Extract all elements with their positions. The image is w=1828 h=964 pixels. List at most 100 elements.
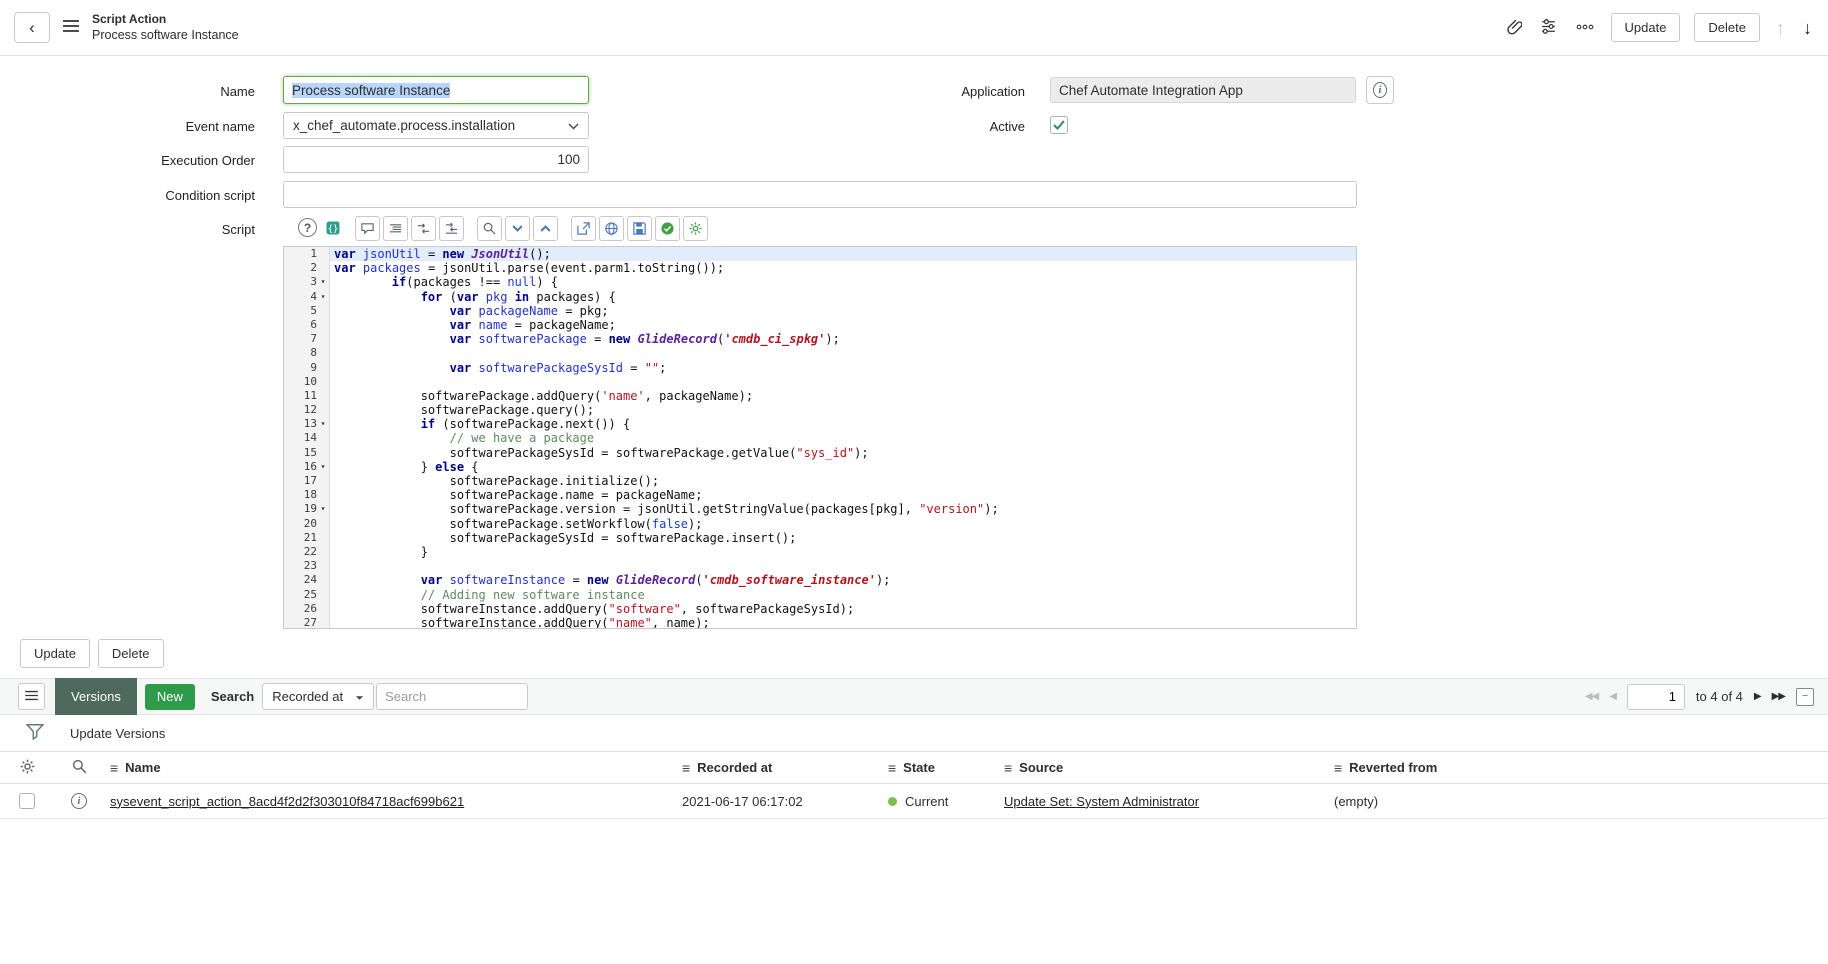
active-checkbox[interactable] bbox=[1050, 116, 1068, 134]
page-number-input[interactable] bbox=[1627, 684, 1685, 710]
update-button[interactable]: Update bbox=[1611, 13, 1681, 42]
code-line[interactable]: 10 bbox=[284, 375, 1356, 389]
code-line[interactable]: 5 var packageName = pkg; bbox=[284, 304, 1356, 318]
code-line[interactable]: 3▾ if(packages !== null) { bbox=[284, 275, 1356, 289]
code-line[interactable]: 21 softwarePackageSysId = softwarePackag… bbox=[284, 531, 1356, 545]
breadcrumb[interactable]: Update Versions bbox=[70, 726, 165, 741]
search-icon[interactable] bbox=[477, 216, 502, 241]
update-button-bottom[interactable]: Update bbox=[20, 639, 90, 668]
column-menu-icon[interactable]: ≡ bbox=[888, 760, 896, 776]
column-menu-icon[interactable]: ≡ bbox=[682, 760, 690, 776]
execution-order-input[interactable] bbox=[283, 146, 589, 173]
code-line[interactable]: 13▾ if (softwarePackage.next()) { bbox=[284, 417, 1356, 431]
code-line[interactable]: 1var jsonUtil = new JsonUtil(); bbox=[284, 247, 1356, 261]
save-icon[interactable] bbox=[627, 216, 652, 241]
source-link[interactable]: Update Set: System Administrator bbox=[1004, 794, 1199, 809]
last-page-button[interactable] bbox=[1772, 691, 1785, 702]
find-next-icon[interactable] bbox=[505, 216, 530, 241]
script-help-icon[interactable] bbox=[298, 218, 317, 237]
list-rows: sysevent_script_action_8acd4f2d2f303010f… bbox=[0, 784, 1828, 819]
svg-text:{}: {} bbox=[328, 225, 339, 235]
previous-page-button[interactable] bbox=[1609, 691, 1616, 702]
next-page-button[interactable] bbox=[1754, 691, 1761, 702]
script-editor[interactable]: 1var jsonUtil = new JsonUtil();2var pack… bbox=[283, 246, 1357, 629]
comment-toggle-icon[interactable] bbox=[355, 216, 380, 241]
code-line[interactable]: 27 softwareInstance.addQuery("name", nam… bbox=[284, 616, 1356, 629]
more-options-icon bbox=[1575, 20, 1595, 35]
code-fold-icon[interactable]: ▾ bbox=[317, 460, 329, 474]
column-header-source[interactable]: ≡Source bbox=[998, 760, 1328, 776]
code-fold-icon[interactable]: ▾ bbox=[317, 417, 329, 431]
event-name-select[interactable]: x_chef_automate.process.installation bbox=[283, 112, 589, 139]
editor-preferences-icon[interactable] bbox=[683, 216, 708, 241]
format-code-icon[interactable] bbox=[383, 216, 408, 241]
code-line[interactable]: 2var packages = jsonUtil.parse(event.par… bbox=[284, 261, 1356, 275]
code-line[interactable]: 23 bbox=[284, 559, 1356, 573]
back-button[interactable] bbox=[14, 12, 50, 43]
first-page-button[interactable] bbox=[1585, 691, 1598, 702]
new-button[interactable]: New bbox=[145, 684, 195, 710]
search-column-select[interactable]: Recorded at bbox=[262, 683, 374, 710]
page-title: Script Action bbox=[92, 12, 239, 28]
list-search-button[interactable] bbox=[69, 756, 90, 780]
column-header-name[interactable]: ≡Name bbox=[104, 760, 676, 776]
open-in-window-icon[interactable] bbox=[571, 216, 596, 241]
application-info-button[interactable] bbox=[1366, 76, 1394, 104]
list-context-menu-button[interactable] bbox=[18, 683, 45, 710]
column-header-reverted-from[interactable]: ≡Reverted from bbox=[1328, 760, 1828, 776]
code-line[interactable]: 25 // Adding new software instance bbox=[284, 588, 1356, 602]
code-line[interactable]: 12 softwarePackage.query(); bbox=[284, 403, 1356, 417]
more-options-button[interactable] bbox=[1573, 18, 1597, 37]
attachments-button[interactable] bbox=[1503, 16, 1524, 40]
find-previous-icon[interactable] bbox=[533, 216, 558, 241]
condition-script-input[interactable] bbox=[283, 181, 1357, 208]
code-line[interactable]: 4▾ for (var pkg in packages) { bbox=[284, 290, 1356, 304]
code-line[interactable]: 18 softwarePackage.name = packageName; bbox=[284, 488, 1356, 502]
replace-icon[interactable] bbox=[411, 216, 436, 241]
collapse-list-button[interactable] bbox=[1796, 688, 1814, 706]
code-line[interactable]: 11 softwarePackage.addQuery('name', pack… bbox=[284, 389, 1356, 403]
chevron-down-icon bbox=[355, 689, 364, 704]
code-line[interactable]: 9 var softwarePackageSysId = ""; bbox=[284, 361, 1356, 375]
delete-button-bottom[interactable]: Delete bbox=[98, 639, 164, 668]
code-line[interactable]: 17 softwarePackage.initialize(); bbox=[284, 474, 1356, 488]
code-fold-icon[interactable]: ▾ bbox=[317, 502, 329, 516]
code-line[interactable]: 15 softwarePackageSysId = softwarePackag… bbox=[284, 446, 1356, 460]
column-header-recorded-at[interactable]: ≡Recorded at bbox=[676, 760, 882, 776]
column-menu-icon[interactable]: ≡ bbox=[1004, 760, 1012, 776]
context-menu-button[interactable] bbox=[60, 17, 82, 38]
personalize-form-button[interactable] bbox=[1538, 16, 1559, 40]
delete-button[interactable]: Delete bbox=[1694, 13, 1760, 42]
code-line[interactable]: 19▾ softwarePackage.version = jsonUtil.g… bbox=[284, 502, 1356, 516]
code-line[interactable]: 24 var softwareInstance = new GlideRecor… bbox=[284, 573, 1356, 587]
next-record-button[interactable] bbox=[1801, 19, 1814, 37]
code-line[interactable]: 26 softwareInstance.addQuery("software",… bbox=[284, 602, 1356, 616]
code-line[interactable]: 16▾ } else { bbox=[284, 460, 1356, 474]
state-value: Current bbox=[905, 794, 948, 809]
list-search-input[interactable] bbox=[376, 683, 528, 710]
code-fold-icon[interactable]: ▾ bbox=[317, 290, 329, 304]
code-line[interactable]: 22 } bbox=[284, 545, 1356, 559]
row-preview-button[interactable] bbox=[69, 791, 89, 811]
code-line[interactable]: 20 softwarePackage.setWorkflow(false); bbox=[284, 517, 1356, 531]
record-link[interactable]: sysevent_script_action_8acd4f2d2f303010f… bbox=[110, 794, 464, 809]
column-menu-icon[interactable]: ≡ bbox=[110, 760, 118, 776]
filter-icon[interactable] bbox=[26, 723, 44, 743]
row-checkbox[interactable] bbox=[19, 793, 35, 809]
page-title-block: Script Action Process software Instance bbox=[92, 12, 239, 44]
previous-record-button[interactable] bbox=[1774, 19, 1787, 37]
column-menu-icon[interactable]: ≡ bbox=[1334, 760, 1342, 776]
tab-versions[interactable]: Versions bbox=[55, 678, 137, 715]
script-assist-icon[interactable]: {} bbox=[324, 219, 342, 237]
code-line[interactable]: 14 // we have a package bbox=[284, 431, 1356, 445]
syntax-check-icon[interactable] bbox=[655, 216, 680, 241]
list-personalize-button[interactable] bbox=[17, 756, 38, 780]
column-header-state[interactable]: ≡State bbox=[882, 760, 998, 776]
name-input[interactable]: Process software Instance bbox=[283, 76, 589, 104]
replace-all-icon[interactable] bbox=[439, 216, 464, 241]
code-fold-icon[interactable]: ▾ bbox=[317, 275, 329, 289]
code-line[interactable]: 8 bbox=[284, 346, 1356, 360]
code-line[interactable]: 6 var name = packageName; bbox=[284, 318, 1356, 332]
web-globe-icon[interactable] bbox=[599, 216, 624, 241]
code-line[interactable]: 7 var softwarePackage = new GlideRecord(… bbox=[284, 332, 1356, 346]
